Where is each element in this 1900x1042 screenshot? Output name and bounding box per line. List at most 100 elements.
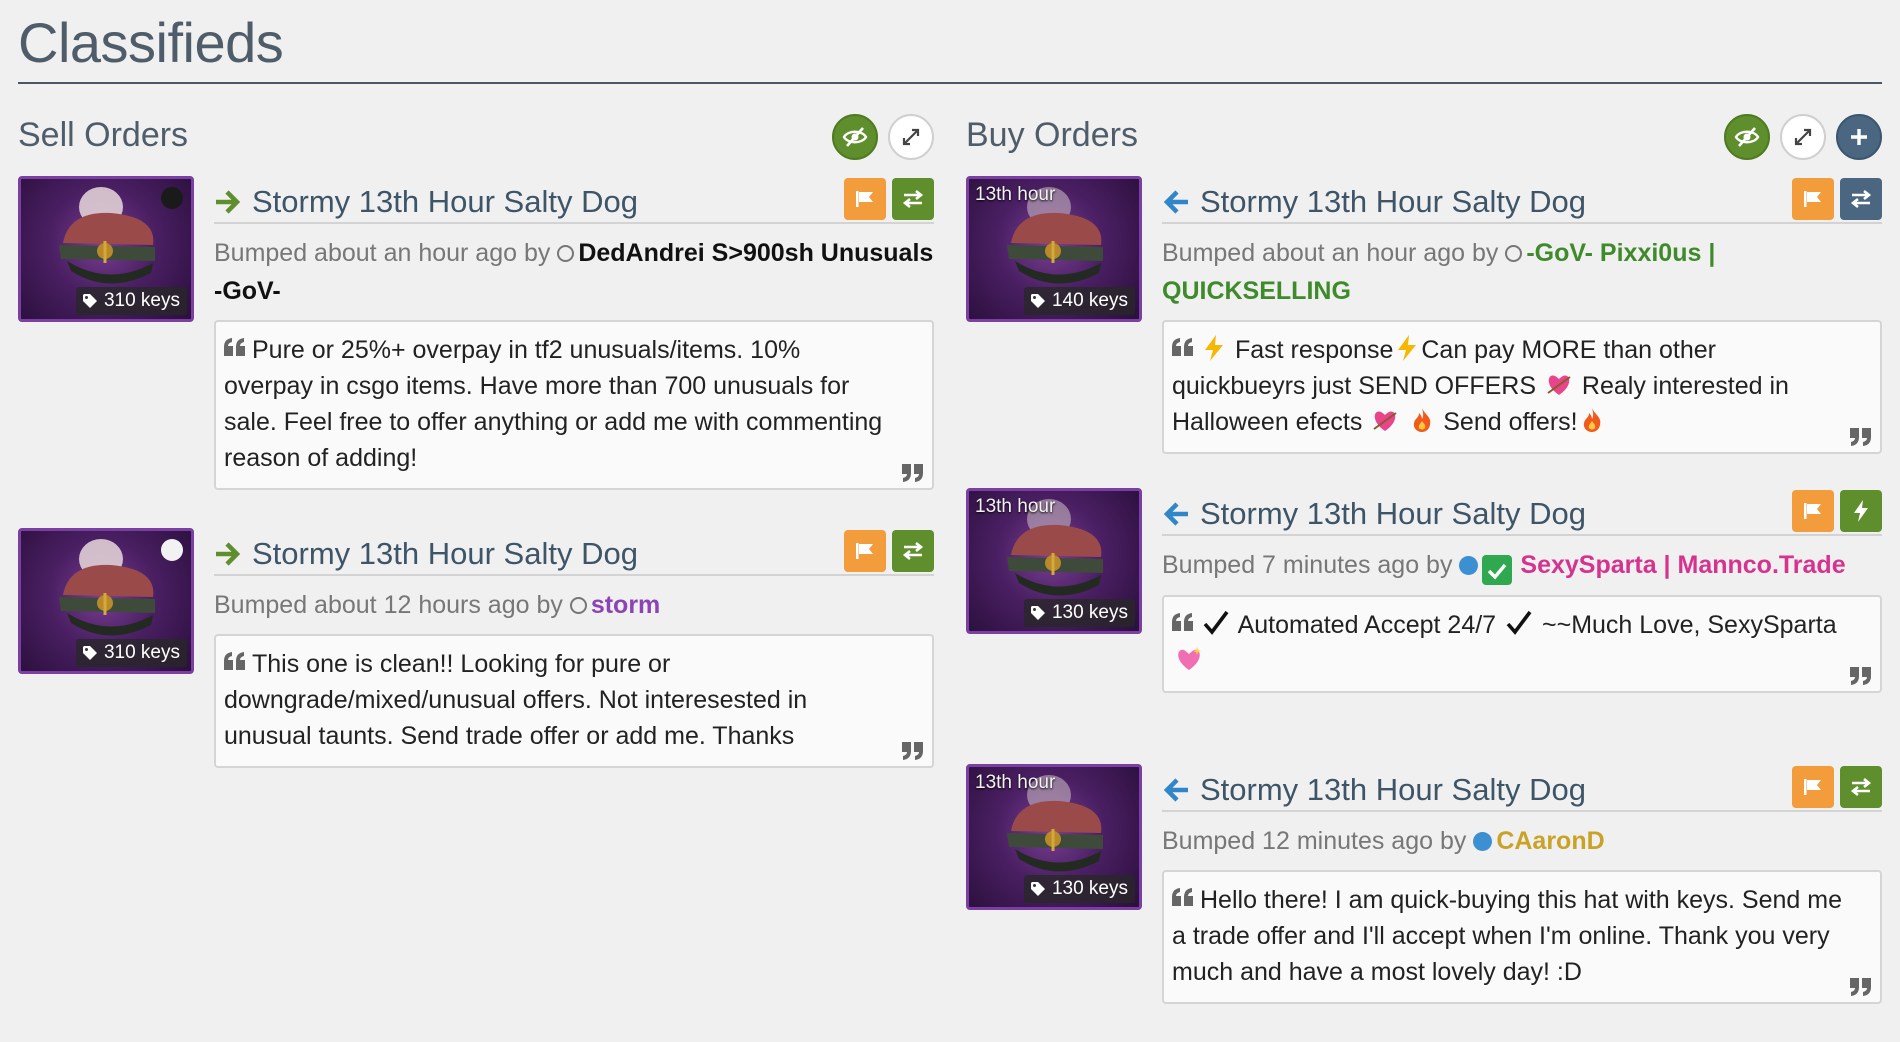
item-name: Stormy 13th Hour Salty Dog xyxy=(1200,496,1586,531)
heart-arrow-emoji-icon xyxy=(1373,411,1397,431)
add-buy-order-button[interactable] xyxy=(1836,114,1882,160)
listing-comment: Hello there! I am quick-buying this hat … xyxy=(1162,870,1882,1004)
report-button[interactable] xyxy=(1792,490,1834,532)
listing-body: Stormy 13th Hour Salty Dog xyxy=(214,528,934,768)
buy-orders-column: Buy Orders 13th hour 140 keys Stormy 13t… xyxy=(966,104,1882,1004)
checkmark-emoji-icon xyxy=(1203,610,1229,635)
lightning-emoji-icon xyxy=(1205,335,1223,361)
quote-left-icon xyxy=(1172,888,1193,906)
listing-title[interactable]: Stormy 13th Hour Salty Dog xyxy=(1162,184,1586,220)
buy-hide-button[interactable] xyxy=(1724,114,1770,160)
listing-comment: Automated Accept 24/7 ~~Much Love, SexyS… xyxy=(1162,595,1882,693)
effect-label: 13th hour xyxy=(975,184,1056,205)
listing-title[interactable]: Stormy 13th Hour Salty Dog xyxy=(1162,496,1586,532)
listing-comment: Fast response Can pay MORE than other qui… xyxy=(1162,320,1882,454)
report-button[interactable] xyxy=(1792,766,1834,808)
arrow-right-icon xyxy=(216,542,241,566)
item-image[interactable]: 13th hour 140 keys xyxy=(966,176,1142,322)
offline-status-icon xyxy=(569,597,587,614)
listing-title-row: Stormy 13th Hour Salty Dog xyxy=(214,528,934,576)
quote-left-icon xyxy=(224,652,245,670)
effect-label: 13th hour xyxy=(975,496,1056,517)
listing-title-row: Stormy 13th Hour Salty Dog xyxy=(1162,488,1882,536)
comment-text: This one is clean!! Looking for pure or … xyxy=(224,650,808,750)
price-value: 140 keys xyxy=(1051,290,1128,311)
eye-slash-icon xyxy=(1734,127,1760,147)
listing-comment: This one is clean!! Looking for pure or … xyxy=(214,634,934,768)
sell-listing[interactable]: 310 keys Stormy 13th Hour Salty Dog Bump… xyxy=(18,528,934,768)
bump-info: Bumped about an hour ago by DedAndrei S>… xyxy=(214,234,934,310)
online-status-icon xyxy=(1459,556,1479,575)
item-name: Stormy 13th Hour Salty Dog xyxy=(252,184,638,219)
buy-orders-header: Buy Orders xyxy=(966,104,1882,176)
bumped-text: Bumped about an hour ago by xyxy=(1162,239,1499,267)
report-button[interactable] xyxy=(1792,178,1834,220)
buy-listing[interactable]: 13th hour 140 keys Stormy 13th Hour Salt… xyxy=(966,176,1882,488)
instant-trade-button[interactable] xyxy=(1840,490,1882,532)
quote-left-icon xyxy=(1172,338,1193,356)
item-image[interactable]: 310 keys xyxy=(18,528,194,674)
item-name: Stormy 13th Hour Salty Dog xyxy=(1200,184,1586,219)
trade-button[interactable] xyxy=(892,178,934,220)
listing-title-row: Stormy 13th Hour Salty Dog xyxy=(1162,176,1882,224)
checkmark-emoji-icon xyxy=(1506,610,1532,635)
tag-icon xyxy=(1030,606,1045,620)
listing-title[interactable]: Stormy 13th Hour Salty Dog xyxy=(214,536,638,572)
bumped-text: Bumped 12 minutes ago by xyxy=(1162,827,1467,855)
exchange-icon xyxy=(902,541,924,561)
eye-slash-icon xyxy=(842,127,868,147)
bump-info: Bumped about 12 hours ago by storm xyxy=(214,586,934,624)
sell-expand-button[interactable] xyxy=(888,114,934,160)
user-link[interactable]: CAaronD xyxy=(1496,827,1604,855)
comment-part-4: Send offers! xyxy=(1443,408,1578,436)
flag-icon xyxy=(856,191,873,207)
quote-right-icon xyxy=(1850,667,1871,685)
item-image[interactable]: 13th hour 130 keys xyxy=(966,488,1142,634)
item-image[interactable]: 13th hour 130 keys xyxy=(966,764,1142,910)
buy-listing[interactable]: 13th hour 130 keys Stormy 13th Hour Salt… xyxy=(966,488,1882,764)
buy-listing[interactable]: 13th hour 130 keys Stormy 13th Hour Salt… xyxy=(966,764,1882,1004)
listing-body: Stormy 13th Hour Salty Dog xyxy=(1162,764,1882,1004)
price-value: 130 keys xyxy=(1051,878,1128,899)
report-button[interactable] xyxy=(844,178,886,220)
listing-title[interactable]: Stormy 13th Hour Salty Dog xyxy=(1162,772,1586,808)
comment-part-1: Automated Accept 24/7 xyxy=(1237,611,1497,639)
user-link[interactable]: SexySparta | Mannco.Trade xyxy=(1520,551,1845,579)
flag-icon xyxy=(1804,779,1821,795)
listing-title[interactable]: Stormy 13th Hour Salty Dog xyxy=(214,184,638,220)
listing-actions xyxy=(1792,766,1882,808)
sell-listing[interactable]: 310 keys Stormy 13th Hour Salty Dog Bump… xyxy=(18,176,934,528)
listing-actions xyxy=(1792,490,1882,532)
user-link[interactable]: storm xyxy=(591,591,660,619)
trade-button[interactable] xyxy=(1840,766,1882,808)
bump-info: Bumped 7 minutes ago by SexySparta | Man… xyxy=(1162,546,1882,585)
sell-orders-column: Sell Orders 310 keys Stormy 13th Hour Sa… xyxy=(18,104,934,768)
trade-button[interactable] xyxy=(892,530,934,572)
trade-button[interactable] xyxy=(1840,178,1882,220)
arrow-left-icon xyxy=(1163,778,1188,802)
item-name: Stormy 13th Hour Salty Dog xyxy=(252,536,638,571)
listing-title-row: Stormy 13th Hour Salty Dog xyxy=(1162,764,1882,812)
tag-icon xyxy=(1030,882,1045,896)
bumped-text: Bumped 7 minutes ago by xyxy=(1162,551,1453,579)
tag-icon xyxy=(82,294,97,308)
listing-body: Stormy 13th Hour Salty Dog xyxy=(1162,488,1882,693)
listing-body: Stormy 13th Hour Salty Dog xyxy=(1162,176,1882,454)
quote-left-icon xyxy=(1172,613,1193,631)
buy-orders-title: Buy Orders xyxy=(966,116,1138,154)
tag-icon xyxy=(82,646,97,660)
item-image[interactable]: 310 keys xyxy=(18,176,194,322)
price-value: 130 keys xyxy=(1051,602,1128,623)
buy-expand-button[interactable] xyxy=(1780,114,1826,160)
quote-right-icon xyxy=(902,464,923,482)
offline-status-icon xyxy=(557,245,575,262)
sell-hide-button[interactable] xyxy=(832,114,878,160)
exchange-icon xyxy=(902,189,924,209)
report-button[interactable] xyxy=(844,530,886,572)
listing-actions xyxy=(1792,178,1882,220)
buy-orders-controls xyxy=(1724,114,1882,160)
flag-icon xyxy=(1804,191,1821,207)
quote-left-icon xyxy=(224,338,245,356)
quote-right-icon xyxy=(1850,428,1871,446)
bump-info: Bumped about an hour ago by -GoV- Pixxi0… xyxy=(1162,234,1882,310)
